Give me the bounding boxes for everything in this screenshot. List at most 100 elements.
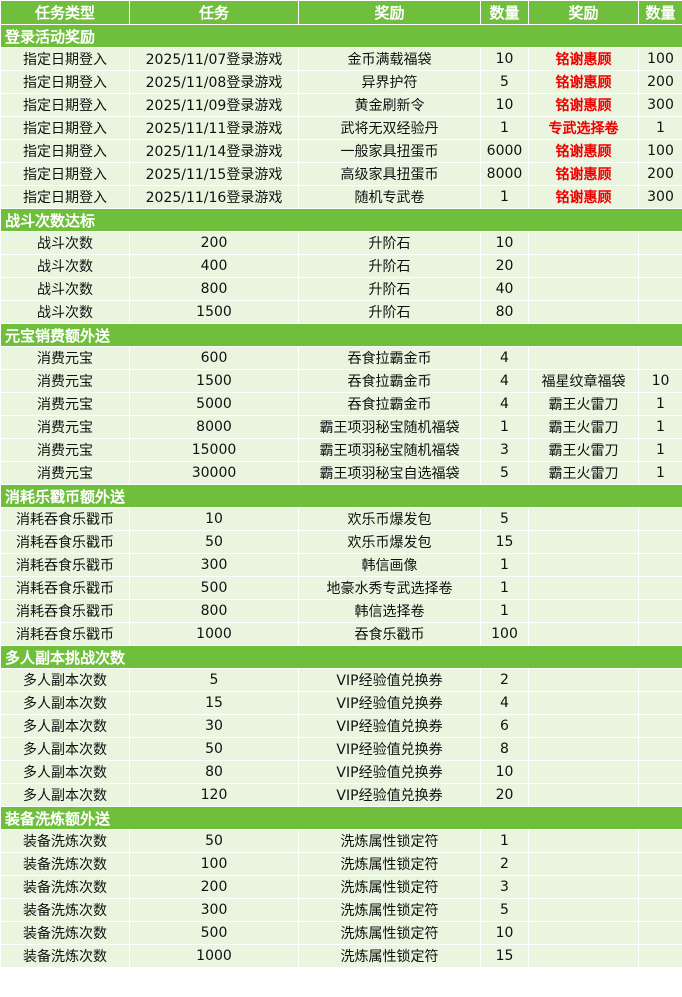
quantity-2-cell	[638, 231, 682, 255]
task-type-cell: 消费元宝	[0, 438, 130, 462]
task-cell: 5000	[129, 392, 299, 416]
table-row: 指定日期登入 2025/11/09登录游戏 黄金刷新令 10 铭谢惠顾 300	[0, 93, 682, 117]
task-cell: 120	[129, 783, 299, 807]
reward-cell: 升阶石	[298, 300, 481, 324]
quantity-2-cell: 200	[638, 70, 682, 94]
reward-2-cell: 铭谢惠顾	[528, 93, 639, 117]
task-type-cell: 消费元宝	[0, 415, 130, 439]
quantity-cell: 1	[480, 553, 529, 577]
quantity-cell: 5	[480, 507, 529, 531]
table-row: 多人副本次数 15 VIP经验值兑换券 4	[0, 691, 682, 715]
task-type-cell: 战斗次数	[0, 254, 130, 278]
reward-cell: 欢乐币爆发包	[298, 530, 481, 554]
table-row: 战斗次数 1500 升阶石 80	[0, 300, 682, 324]
task-cell: 500	[129, 576, 299, 600]
reward-2-cell	[528, 254, 639, 278]
quantity-cell: 3	[480, 875, 529, 899]
quantity-2-cell	[638, 553, 682, 577]
table-row: 多人副本次数 80 VIP经验值兑换券 10	[0, 760, 682, 784]
task-cell: 50	[129, 530, 299, 554]
quantity-2-cell: 10	[638, 369, 682, 393]
reward-2-cell	[528, 829, 639, 853]
reward-cell: VIP经验值兑换券	[298, 760, 481, 784]
task-type-cell: 指定日期登入	[0, 93, 130, 117]
table-row: 消耗吞食乐戳币 800 韩信选择卷 1	[0, 599, 682, 623]
table-row: 战斗次数 400 升阶石 20	[0, 254, 682, 278]
reward-2-cell	[528, 691, 639, 715]
quantity-2-cell: 300	[638, 185, 682, 209]
reward-cell: 洗炼属性锁定符	[298, 921, 481, 945]
reward-2-cell	[528, 668, 639, 692]
reward-2-cell: 铭谢惠顾	[528, 139, 639, 163]
quantity-2-cell	[638, 599, 682, 623]
quantity-cell: 80	[480, 300, 529, 324]
quantity-2-cell: 1	[638, 116, 682, 140]
reward-2-cell: 福星纹章福袋	[528, 369, 639, 393]
header-quantity: 数量	[480, 0, 529, 25]
reward-2-cell: 铭谢惠顾	[528, 162, 639, 186]
quantity-2-cell	[638, 944, 682, 968]
reward-2-cell	[528, 783, 639, 807]
reward-cell: 地豪水秀专武选择卷	[298, 576, 481, 600]
task-cell: 2025/11/16登录游戏	[129, 185, 299, 209]
task-type-cell: 战斗次数	[0, 231, 130, 255]
quantity-cell: 6	[480, 714, 529, 738]
section-title: 登录活动奖励	[0, 24, 682, 48]
quantity-2-cell	[638, 737, 682, 761]
header-row: 任务类型 任务 奖励 数量 奖励 数量	[0, 0, 682, 25]
reward-2-cell	[528, 944, 639, 968]
section-title: 装备洗炼额外送	[0, 806, 682, 830]
reward-2-cell	[528, 553, 639, 577]
reward-cell: 洗炼属性锁定符	[298, 944, 481, 968]
task-cell: 15000	[129, 438, 299, 462]
task-type-cell: 指定日期登入	[0, 162, 130, 186]
task-type-cell: 消耗吞食乐戳币	[0, 599, 130, 623]
quantity-2-cell	[638, 875, 682, 899]
quantity-cell: 100	[480, 622, 529, 646]
table-row: 指定日期登入 2025/11/14登录游戏 一般家具扭蛋币 6000 铭谢惠顾 100	[0, 139, 682, 163]
task-cell: 2025/11/09登录游戏	[129, 93, 299, 117]
section-title: 元宝销费额外送	[0, 323, 682, 347]
reward-table: 任务类型 任务 奖励 数量 奖励 数量 登录活动奖励 指定日期登入 2025/11/…	[0, 0, 682, 968]
quantity-2-cell: 100	[638, 139, 682, 163]
quantity-2-cell	[638, 277, 682, 301]
table-row: 消耗吞食乐戳币 300 韩信画像 1	[0, 553, 682, 577]
quantity-cell: 5	[480, 461, 529, 485]
reward-cell: 随机专武卷	[298, 185, 481, 209]
table-row: 消耗吞食乐戳币 50 欢乐币爆发包 15	[0, 530, 682, 554]
task-cell: 300	[129, 553, 299, 577]
quantity-cell: 8	[480, 737, 529, 761]
reward-cell: 韩信选择卷	[298, 599, 481, 623]
quantity-cell: 1	[480, 415, 529, 439]
reward-2-cell	[528, 760, 639, 784]
task-cell: 1000	[129, 622, 299, 646]
quantity-2-cell	[638, 507, 682, 531]
task-type-cell: 装备洗炼次数	[0, 829, 130, 853]
reward-cell: 吞食拉霸金币	[298, 392, 481, 416]
task-cell: 600	[129, 346, 299, 370]
table-row: 战斗次数 800 升阶石 40	[0, 277, 682, 301]
task-cell: 2025/11/14登录游戏	[129, 139, 299, 163]
task-type-cell: 指定日期登入	[0, 185, 130, 209]
section-title: 多人副本挑战次数	[0, 645, 682, 669]
task-type-cell: 消耗吞食乐戳币	[0, 530, 130, 554]
section-title: 战斗次数达标	[0, 208, 682, 232]
table-row: 消费元宝 600 吞食拉霸金币 4	[0, 346, 682, 370]
task-type-cell: 消耗吞食乐戳币	[0, 553, 130, 577]
reward-2-cell	[528, 231, 639, 255]
task-cell: 2025/11/15登录游戏	[129, 162, 299, 186]
reward-cell: 金币满载福袋	[298, 47, 481, 71]
reward-cell: 洗炼属性锁定符	[298, 829, 481, 853]
quantity-cell: 4	[480, 691, 529, 715]
table-row: 消耗吞食乐戳币 10 欢乐币爆发包 5	[0, 507, 682, 531]
task-cell: 1500	[129, 300, 299, 324]
quantity-2-cell	[638, 921, 682, 945]
reward-2-cell	[528, 599, 639, 623]
reward-2-cell	[528, 507, 639, 531]
quantity-2-cell	[638, 760, 682, 784]
table-row: 消耗吞食乐戳币 1000 吞食乐戳币 100	[0, 622, 682, 646]
reward-cell: 吞食乐戳币	[298, 622, 481, 646]
table-row: 消费元宝 5000 吞食拉霸金币 4 霸王火雷刀 1	[0, 392, 682, 416]
quantity-cell: 10	[480, 921, 529, 945]
reward-2-cell	[528, 921, 639, 945]
